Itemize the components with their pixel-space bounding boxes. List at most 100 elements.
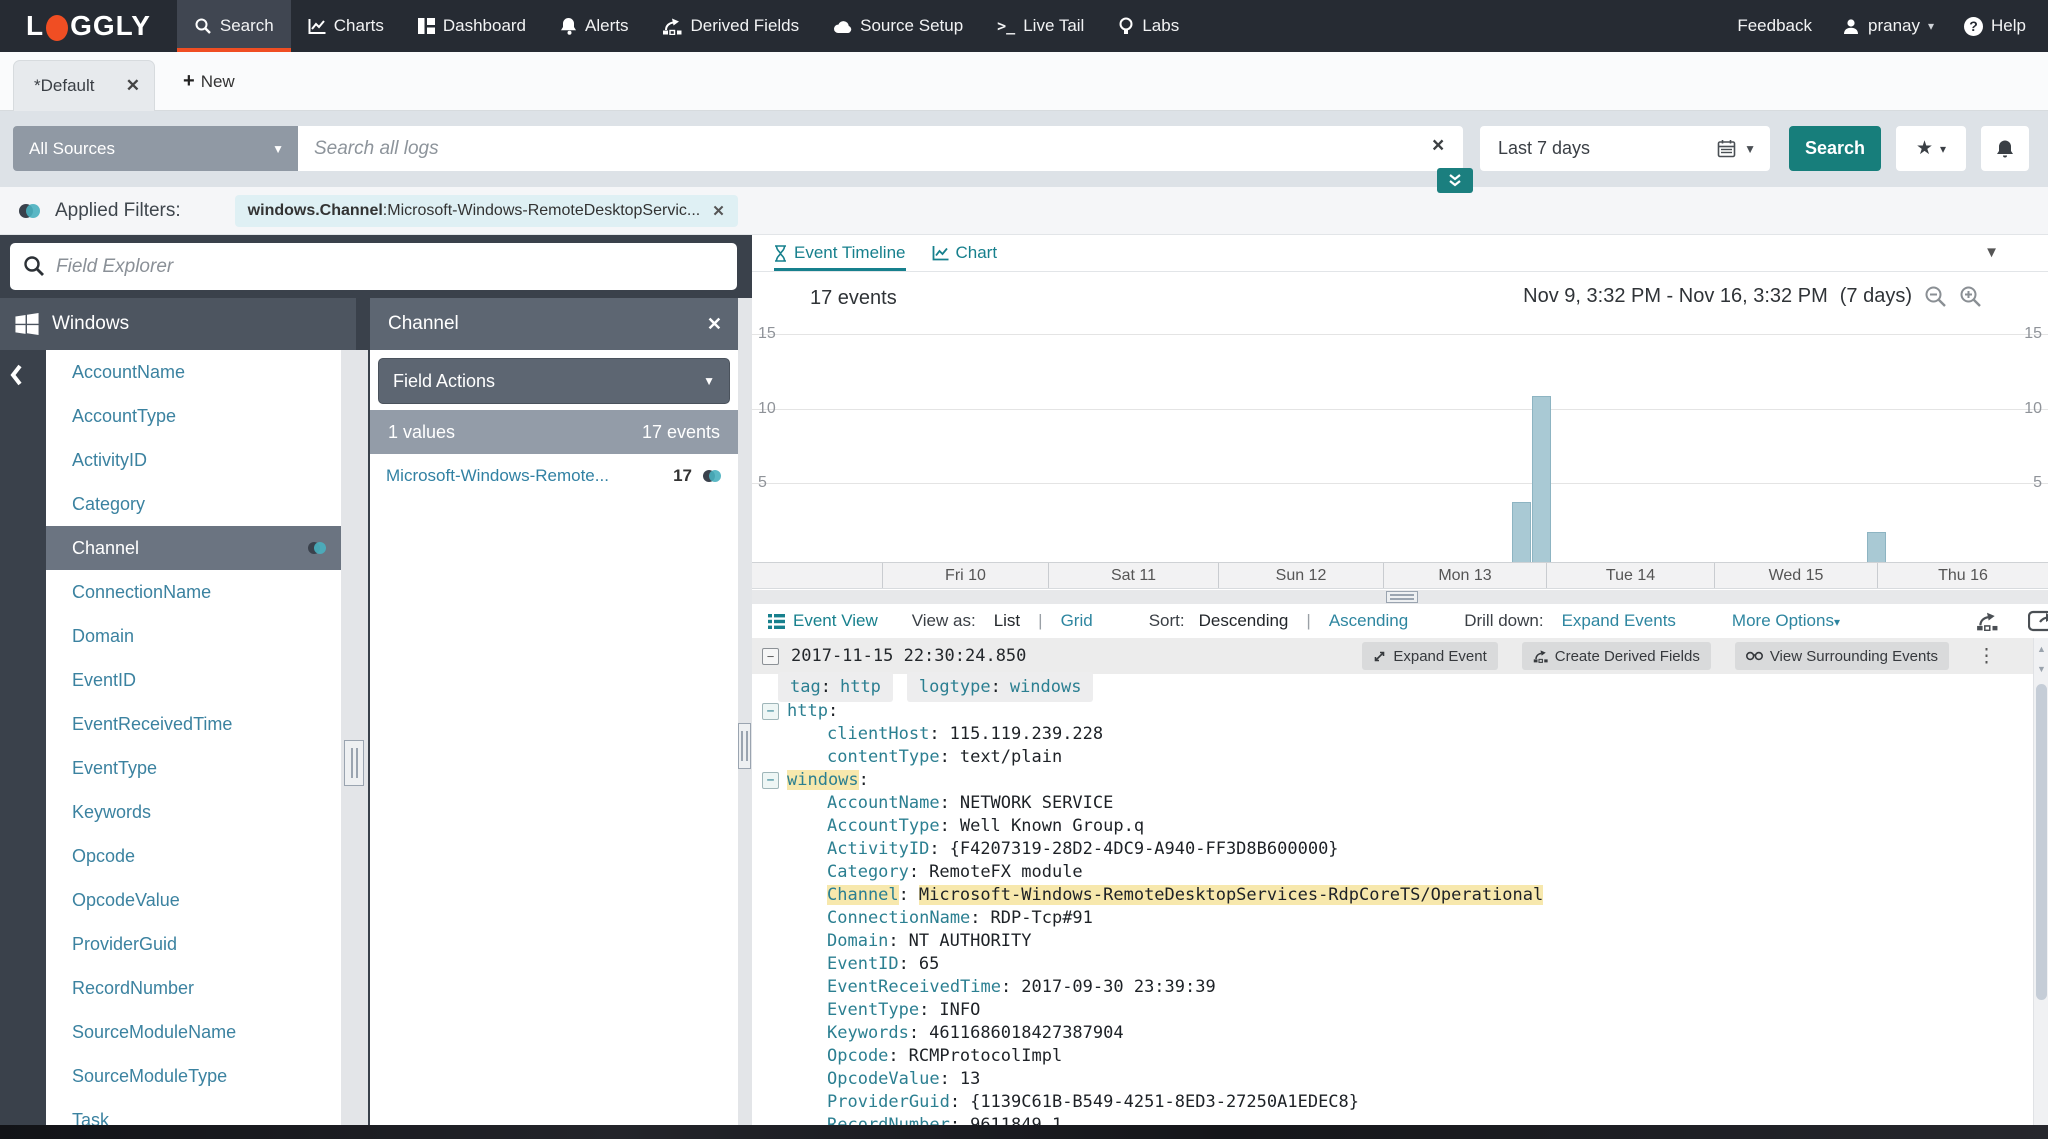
view-as-list-option[interactable]: List (994, 611, 1020, 631)
more-options-dropdown[interactable]: More Options▾ (1732, 611, 1840, 631)
feedback-link[interactable]: Feedback (1737, 16, 1812, 36)
field-item-sourcemodulename[interactable]: SourceModuleName (46, 1010, 341, 1054)
log-key[interactable]: Domain (827, 931, 888, 951)
chevron-down-icon[interactable]: ▼ (1984, 244, 1999, 261)
collapse-sidebar-button[interactable] (8, 363, 24, 387)
tab-new[interactable]: + New (183, 52, 235, 111)
kebab-menu-icon[interactable]: ⋮ (1977, 645, 1996, 668)
alerts-button[interactable] (1981, 126, 2029, 171)
field-item-opcode[interactable]: Opcode (46, 834, 341, 878)
zoom-out-icon[interactable] (1924, 285, 1947, 308)
clear-search-icon[interactable]: × (1432, 135, 1444, 156)
log-key[interactable]: http (787, 701, 828, 721)
log-key[interactable]: windows (787, 770, 859, 790)
saved-searches-button[interactable]: ★ ▾ (1896, 126, 1966, 171)
help-link[interactable]: ? Help (1964, 16, 2026, 36)
log-key[interactable]: ConnectionName (827, 908, 970, 928)
log-key[interactable]: Keywords (827, 1023, 909, 1043)
tag-chip[interactable]: tag:http (778, 672, 893, 702)
log-value[interactable]: 13 (960, 1069, 980, 1089)
sources-dropdown[interactable]: All Sources ▼ (13, 126, 298, 171)
log-key[interactable]: EventReceivedTime (827, 977, 1001, 997)
timeline-bar[interactable] (1512, 502, 1531, 563)
collapse-event-icon[interactable]: − (762, 648, 779, 665)
filter-chip[interactable]: windows.Channel : Microsoft-Windows-Remo… (235, 195, 738, 227)
nav-item-search[interactable]: Search (177, 0, 291, 52)
log-value[interactable]: 65 (919, 954, 939, 974)
user-menu[interactable]: pranay ▾ (1842, 16, 1934, 36)
view-surrounding-events-button[interactable]: View Surrounding Events (1735, 642, 1949, 670)
log-value[interactable]: 4611686018427387904 (929, 1023, 1123, 1043)
search-button[interactable]: Search (1789, 126, 1881, 171)
log-value[interactable]: Microsoft-Windows-RemoteDesktopServices-… (919, 885, 1543, 905)
collapse-icon[interactable]: − (762, 772, 779, 789)
field-item-opcodevalue[interactable]: OpcodeValue (46, 878, 341, 922)
tab-default[interactable]: *Default ✕ (13, 60, 155, 111)
field-item-recordnumber[interactable]: RecordNumber (46, 966, 341, 1010)
log-key[interactable]: AccountName (827, 793, 940, 813)
log-value[interactable]: RCMProtocolImpl (909, 1046, 1063, 1066)
sort-ascending-option[interactable]: Ascending (1329, 611, 1408, 631)
scroll-down-icon[interactable]: ▼ (2034, 664, 2048, 674)
remove-filter-icon[interactable]: ✕ (712, 202, 725, 220)
resize-grip[interactable] (1386, 591, 1418, 603)
log-key[interactable]: AccountType (827, 816, 940, 836)
log-value[interactable]: {1139C61B-B549-4251-8ED3-27250A1EDEC8} (970, 1092, 1359, 1112)
create-derived-fields-button[interactable]: Create Derived Fields (1522, 642, 1711, 670)
log-key[interactable]: Channel (827, 885, 899, 905)
timeline-bar[interactable] (1532, 396, 1551, 562)
close-icon[interactable]: ✕ (707, 314, 722, 335)
close-tab-icon[interactable]: ✕ (126, 76, 140, 96)
field-item-connectionname[interactable]: ConnectionName (46, 570, 341, 614)
field-item-eventreceivedtime[interactable]: EventReceivedTime (46, 702, 341, 746)
field-item-accounttype[interactable]: AccountType (46, 394, 341, 438)
nav-item-live-tail[interactable]: >_ Live Tail (980, 0, 1101, 52)
scrollbar-thumb[interactable] (2036, 684, 2047, 1000)
nav-item-charts[interactable]: Charts (291, 0, 401, 52)
field-group-header[interactable]: Windows (0, 298, 356, 350)
sort-descending-option[interactable]: Descending (1199, 611, 1289, 631)
field-item-eventid[interactable]: EventID (46, 658, 341, 702)
resize-grip[interactable] (738, 723, 751, 769)
log-key[interactable]: clientHost (827, 724, 929, 744)
field-actions-dropdown[interactable]: Field Actions ▼ (378, 358, 730, 404)
timeline-bar[interactable] (1867, 532, 1886, 562)
view-as-grid-option[interactable]: Grid (1061, 611, 1093, 631)
tab-chart[interactable]: Chart (932, 235, 998, 271)
venn-icon[interactable] (702, 469, 722, 483)
log-key[interactable]: OpcodeValue (827, 1069, 940, 1089)
field-item-sourcemoduletype[interactable]: SourceModuleType (46, 1054, 341, 1098)
log-value[interactable]: 2017-09-30 23:39:39 (1021, 977, 1215, 997)
log-value[interactable]: Well Known Group.q (960, 816, 1144, 836)
nav-item-alerts[interactable]: Alerts (543, 0, 645, 52)
field-explorer-input[interactable] (10, 243, 737, 290)
expand-search-button[interactable] (1437, 168, 1473, 193)
field-item-eventtype[interactable]: EventType (46, 746, 341, 790)
resize-grip[interactable] (344, 740, 364, 786)
log-value[interactable]: INFO (939, 1000, 980, 1020)
nav-item-derived-fields[interactable]: Derived Fields (645, 0, 816, 52)
log-key[interactable]: contentType (827, 747, 940, 767)
expand-event-button[interactable]: Expand Event (1362, 642, 1497, 670)
nav-item-source-setup[interactable]: Source Setup (816, 0, 980, 52)
log-key[interactable]: Category (827, 862, 909, 882)
log-key[interactable]: ProviderGuid (827, 1092, 950, 1112)
field-item-domain[interactable]: Domain (46, 614, 341, 658)
field-item-activityid[interactable]: ActivityID (46, 438, 341, 482)
field-item-category[interactable]: Category (46, 482, 341, 526)
log-value[interactable]: RDP-Tcp#91 (991, 908, 1093, 928)
nav-item-labs[interactable]: Labs (1101, 0, 1196, 52)
log-value[interactable]: NT AUTHORITY (909, 931, 1032, 951)
log-key[interactable]: EventID (827, 954, 899, 974)
time-range-picker[interactable]: Last 7 days ▼ (1480, 126, 1770, 171)
field-item-keywords[interactable]: Keywords (46, 790, 341, 834)
log-key[interactable]: ActivityID (827, 839, 929, 859)
loggly-logo[interactable]: LGGLY (0, 0, 177, 52)
log-key[interactable]: Opcode (827, 1046, 888, 1066)
logtype-chip[interactable]: logtype:windows (907, 672, 1094, 702)
log-value[interactable]: 115.119.239.228 (950, 724, 1104, 744)
log-value[interactable]: text/plain (960, 747, 1062, 767)
field-item-channel[interactable]: Channel (46, 526, 341, 570)
derived-fields-icon[interactable] (1976, 611, 1998, 631)
collapse-icon[interactable]: − (762, 703, 779, 720)
